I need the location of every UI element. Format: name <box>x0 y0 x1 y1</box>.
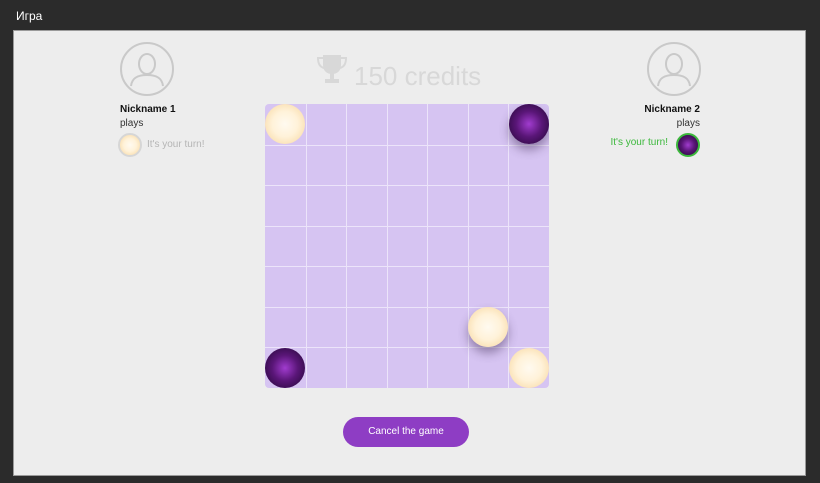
board-cell[interactable] <box>306 226 347 267</box>
board-cell[interactable] <box>427 307 468 348</box>
player2-avatar <box>647 42 701 96</box>
board-cell[interactable] <box>265 145 306 186</box>
board-cell[interactable] <box>468 145 509 186</box>
game-board[interactable] <box>265 104 549 388</box>
game-piece-light[interactable] <box>468 307 508 347</box>
player2-chip <box>676 133 700 157</box>
player1-status: plays <box>120 118 144 129</box>
game-piece-dark[interactable] <box>509 104 549 144</box>
player1-chip <box>118 133 142 157</box>
board-cell[interactable] <box>306 104 347 145</box>
board-cell[interactable] <box>427 347 468 388</box>
board-cell[interactable] <box>387 266 428 307</box>
board-cell[interactable] <box>508 266 549 307</box>
board-cell[interactable] <box>265 307 306 348</box>
game-piece-dark[interactable] <box>265 348 305 388</box>
trophy-icon <box>316 55 348 83</box>
board-cell[interactable] <box>346 145 387 186</box>
game-piece-light[interactable] <box>265 104 305 144</box>
game-window: Nickname 1 plays It's your turn! 150 cre… <box>13 30 806 476</box>
board-cell[interactable] <box>387 145 428 186</box>
board-cell[interactable] <box>265 185 306 226</box>
board-cell[interactable] <box>508 226 549 267</box>
board-cell[interactable] <box>427 145 468 186</box>
board-cell[interactable] <box>346 104 387 145</box>
board-cell[interactable] <box>508 185 549 226</box>
board-cell[interactable] <box>468 347 509 388</box>
title-bar: Игра <box>0 0 820 30</box>
board-cell[interactable] <box>387 347 428 388</box>
board-cell[interactable] <box>265 266 306 307</box>
board-cell[interactable] <box>265 226 306 267</box>
board-cell[interactable] <box>346 347 387 388</box>
board-cell[interactable] <box>387 185 428 226</box>
board-cell[interactable] <box>427 226 468 267</box>
board-cell[interactable] <box>468 104 509 145</box>
board-cell[interactable] <box>306 266 347 307</box>
cancel-game-button[interactable]: Cancel the game <box>343 417 469 447</box>
board-cell[interactable] <box>508 145 549 186</box>
player1-turn-text: It's your turn! <box>147 139 205 150</box>
credits-amount: 150 credits <box>354 61 482 91</box>
board-cell[interactable] <box>427 104 468 145</box>
board-cell[interactable] <box>468 266 509 307</box>
board-cell[interactable] <box>346 266 387 307</box>
board-cell[interactable] <box>306 347 347 388</box>
board-cell[interactable] <box>306 307 347 348</box>
player2-nickname: Nickname 2 <box>644 104 700 115</box>
board-cell[interactable] <box>346 185 387 226</box>
player1-nickname: Nickname 1 <box>120 104 176 115</box>
board-cell[interactable] <box>427 266 468 307</box>
user-icon <box>130 53 164 87</box>
board-cell[interactable] <box>427 185 468 226</box>
game-piece-light[interactable] <box>509 348 549 388</box>
board-cell[interactable] <box>387 226 428 267</box>
board-cell[interactable] <box>346 307 387 348</box>
board-cell[interactable] <box>468 185 509 226</box>
board-cell[interactable] <box>387 307 428 348</box>
user-icon <box>657 53 691 87</box>
board-cell[interactable] <box>387 104 428 145</box>
board-cell[interactable] <box>346 226 387 267</box>
player1-avatar <box>120 42 174 96</box>
window-title: Игра <box>16 9 43 23</box>
player2-status: plays <box>676 118 700 129</box>
board-cell[interactable] <box>468 226 509 267</box>
board-cell[interactable] <box>306 185 347 226</box>
board-cell[interactable] <box>508 307 549 348</box>
board-cell[interactable] <box>306 145 347 186</box>
player2-turn-text: It's your turn! <box>610 137 669 148</box>
